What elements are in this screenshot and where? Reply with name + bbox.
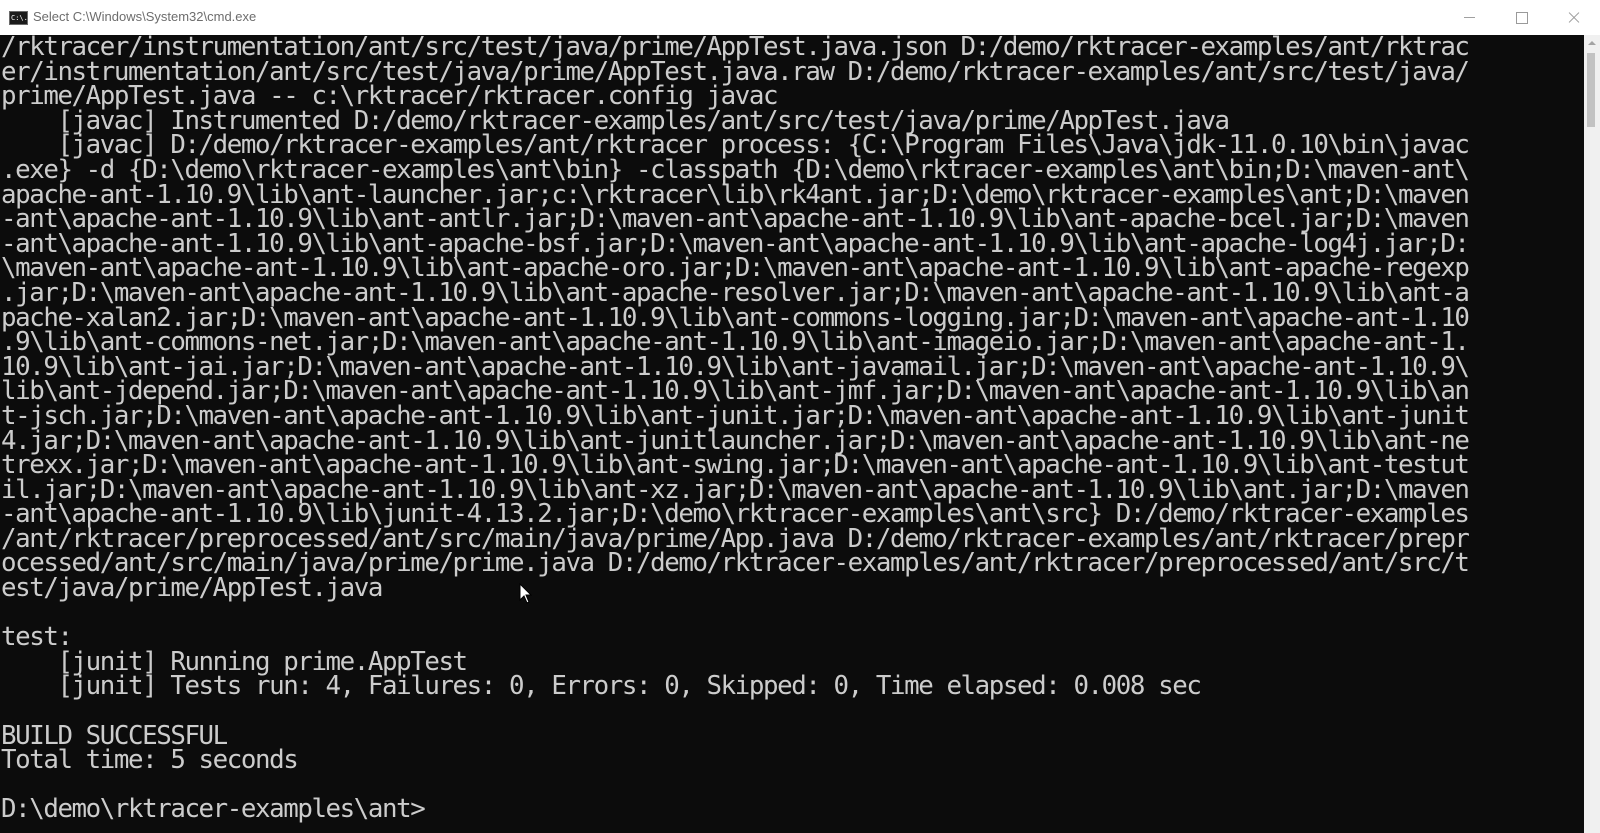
close-button[interactable]: [1548, 0, 1600, 35]
maximize-button[interactable]: [1496, 0, 1548, 35]
scroll-thumb[interactable]: [1587, 53, 1595, 127]
maximize-icon: [1516, 12, 1528, 24]
console-line: .exe} -d {D:\demo\rktracer-examples\ant\…: [1, 154, 1470, 185]
console-line: [junit] Tests run: 4, Failures: 0, Error…: [1, 671, 1201, 702]
console-line: est/java/prime/AppTest.java: [1, 573, 383, 604]
vertical-scrollbar[interactable]: [1584, 35, 1600, 833]
title-bar[interactable]: C:\. Select C:\Windows\System32\cmd.exe: [0, 0, 1600, 35]
minimize-button[interactable]: [1444, 0, 1496, 35]
minimize-icon: [1464, 17, 1475, 18]
scroll-up-arrow-icon[interactable]: [1584, 35, 1600, 51]
cmd-window: C:\. Select C:\Windows\System32\cmd.exe …: [0, 0, 1600, 833]
console-line: D:\demo\rktracer-examples\ant>: [1, 794, 426, 825]
console-line: trexx.jar;D:\maven-ant\apache-ant-1.10.9…: [1, 450, 1470, 481]
window-title: Select C:\Windows\System32\cmd.exe: [33, 9, 257, 24]
console-text: /rktracer/instrumentation/ant/src/test/j…: [1, 35, 1470, 825]
console-line: t-jsch.jar;D:\maven-ant\apache-ant-1.10.…: [1, 400, 1470, 431]
cmd-app-icon[interactable]: C:\.: [9, 11, 28, 25]
mouse-pointer-icon: [519, 583, 533, 604]
console-line: /rktracer/instrumentation/ant/src/test/j…: [1, 35, 1470, 62]
console-line: .jar;D:\maven-ant\apache-ant-1.10.9\lib\…: [1, 277, 1470, 308]
console-output[interactable]: /rktracer/instrumentation/ant/src/test/j…: [0, 35, 1584, 833]
console-line: Total time: 5 seconds: [1, 745, 299, 776]
